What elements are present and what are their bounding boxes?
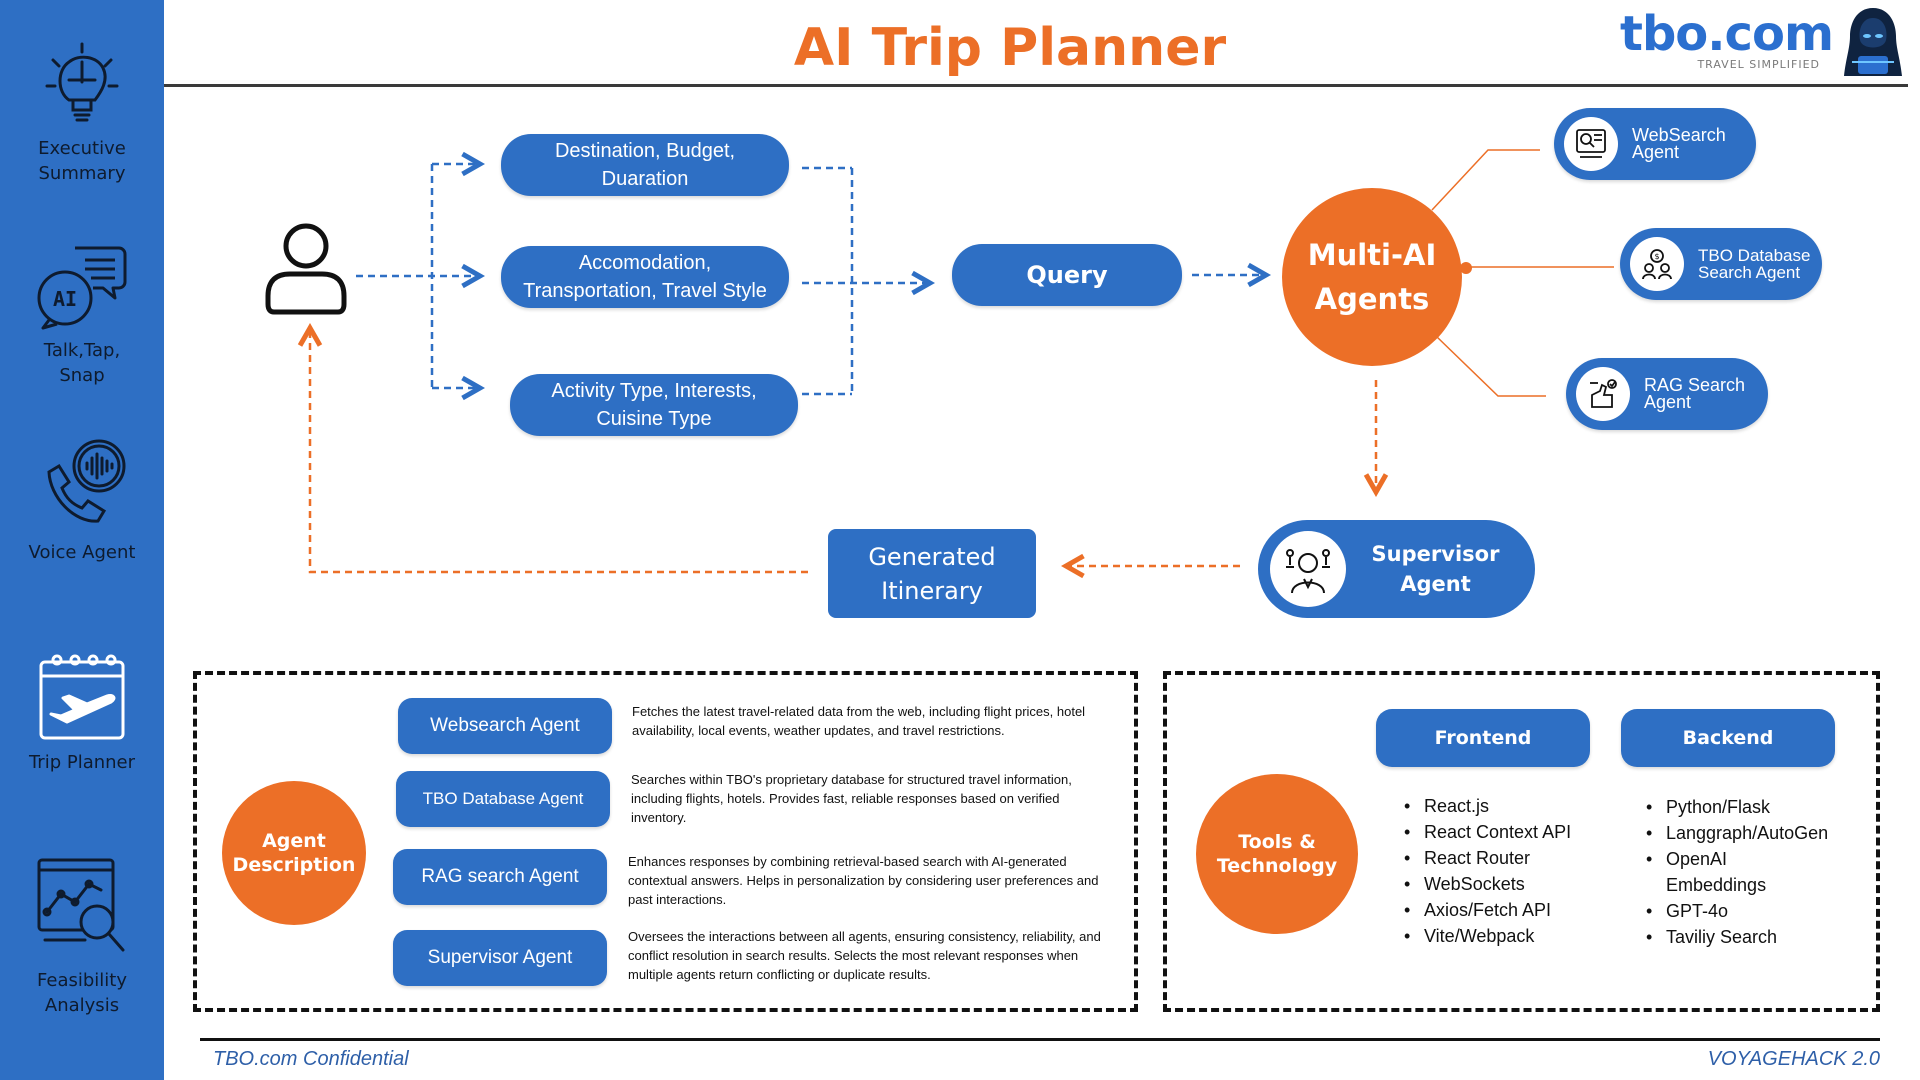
calendar-plane-icon	[39, 654, 125, 740]
svg-text:AI: AI	[53, 287, 77, 311]
sidebar-item-executive-summary[interactable]: Executive Summary	[0, 42, 164, 186]
svg-text:$: $	[1654, 252, 1659, 261]
backend-list: Python/Flask Langgraph/AutoGen OpenAI Em…	[1644, 794, 1844, 950]
sidebar: Executive Summary AI Talk,Tap, Snap Voic…	[0, 0, 164, 1080]
list-item: React Router	[1402, 845, 1602, 871]
sidebar-item-trip-planner[interactable]: Trip Planner	[0, 652, 164, 775]
desc-websearch-text: Fetches the latest travel-related data f…	[632, 704, 1086, 738]
supervisor-agent-node[interactable]: Supervisor Agent	[1258, 520, 1535, 618]
list-item: React.js	[1402, 793, 1602, 819]
desc-websearch-agent[interactable]: Websearch Agent	[398, 698, 612, 754]
sidebar-item-label: Talk,Tap, Snap	[43, 340, 121, 386]
ai-chat-bubble-icon: AI	[37, 246, 127, 330]
websearch-agent-node[interactable]: WebSearch Agent	[1554, 108, 1756, 180]
list-item: WebSockets	[1402, 871, 1602, 897]
user-icon	[265, 223, 347, 315]
frontend-header[interactable]: Frontend	[1376, 709, 1590, 767]
list-item: Langgraph/AutoGen	[1644, 820, 1844, 846]
sidebar-item-label: Voice Agent	[28, 542, 136, 563]
hacker-mascot-icon	[1844, 8, 1902, 76]
list-item: Vite/Webpack	[1402, 923, 1602, 949]
rag-search-agent-node[interactable]: RAG Search Agent	[1566, 358, 1768, 430]
logo-text: tbo.com	[1620, 6, 1834, 62]
footer-event-name: VOYAGEHACK 2.0	[1707, 1048, 1880, 1070]
sidebar-item-voice-agent[interactable]: Voice Agent	[0, 436, 164, 565]
list-item: OpenAI Embeddings	[1644, 846, 1794, 898]
supervisor-label: Supervisor Agent	[1371, 542, 1500, 596]
phone-voice-icon	[47, 439, 126, 523]
sidebar-item-label: Trip Planner	[28, 752, 136, 773]
sidebar-item-feasibility-analysis[interactable]: Feasibility Analysis	[0, 856, 164, 1018]
desc-rag-search-agent[interactable]: RAG search Agent	[393, 849, 607, 905]
multi-ai-agents-node[interactable]: Multi-AI Agents	[1282, 188, 1462, 366]
sidebar-item-label: Executive Summary	[38, 138, 126, 184]
brain-puzzle-icon	[45, 42, 119, 122]
list-item: Python/Flask	[1644, 794, 1844, 820]
desc-tbo-database-text: Searches within TBO's proprietary databa…	[631, 772, 1072, 825]
query-node[interactable]: Query	[952, 244, 1182, 306]
sidebar-item-label: Feasibility Analysis	[37, 970, 127, 1016]
web-search-icon	[1564, 117, 1618, 171]
list-item: Taviliy Search	[1644, 924, 1844, 950]
input-activity-interests[interactable]: Activity Type, Interests, Cuisine Type	[510, 374, 798, 436]
input-accommodation-transport[interactable]: Accomodation, Transportation, Travel Sty…	[501, 246, 789, 308]
agent-label: TBO Database Search Agent	[1698, 246, 1811, 282]
desc-supervisor-agent[interactable]: Supervisor Agent	[393, 930, 607, 986]
list-item: Axios/Fetch API	[1402, 897, 1602, 923]
list-item: React Context API	[1402, 819, 1602, 845]
footer-confidential: TBO.com Confidential	[213, 1048, 409, 1070]
generated-itinerary-node[interactable]: Generated Itinerary	[828, 529, 1036, 618]
footer-divider	[200, 1038, 1880, 1041]
tools-technology-title: Tools & Technology	[1196, 774, 1358, 934]
rag-hand-icon	[1576, 367, 1630, 421]
list-item: GPT-4o	[1644, 898, 1844, 924]
analytics-magnifier-icon	[37, 858, 125, 952]
desc-supervisor-text: Oversees the interactions between all ag…	[628, 929, 1101, 982]
input-destination-budget[interactable]: Destination, Budget, Duaration	[501, 134, 789, 196]
backend-header[interactable]: Backend	[1621, 709, 1835, 767]
sidebar-item-talk-tap-snap[interactable]: AI Talk,Tap, Snap	[0, 240, 164, 388]
supervisor-person-icon	[1270, 531, 1346, 607]
agent-label: RAG Search Agent	[1644, 375, 1746, 412]
agent-label: WebSearch Agent	[1632, 125, 1726, 162]
desc-tbo-database-agent[interactable]: TBO Database Agent	[396, 771, 610, 827]
agent-description-title: Agent Description	[222, 781, 366, 925]
desc-rag-search-text: Enhances responses by combining retrieva…	[628, 854, 1099, 907]
page-title: AI Trip Planner	[793, 18, 1227, 78]
header-divider	[164, 84, 1908, 87]
brand-logo[interactable]: tbo.com TRAVEL SIMPLIFIED	[1620, 6, 1834, 71]
tbo-database-agent-node[interactable]: $ TBO Database Search Agent	[1620, 228, 1822, 300]
database-money-icon: $	[1630, 237, 1684, 291]
frontend-list: React.js React Context API React Router …	[1402, 793, 1602, 949]
